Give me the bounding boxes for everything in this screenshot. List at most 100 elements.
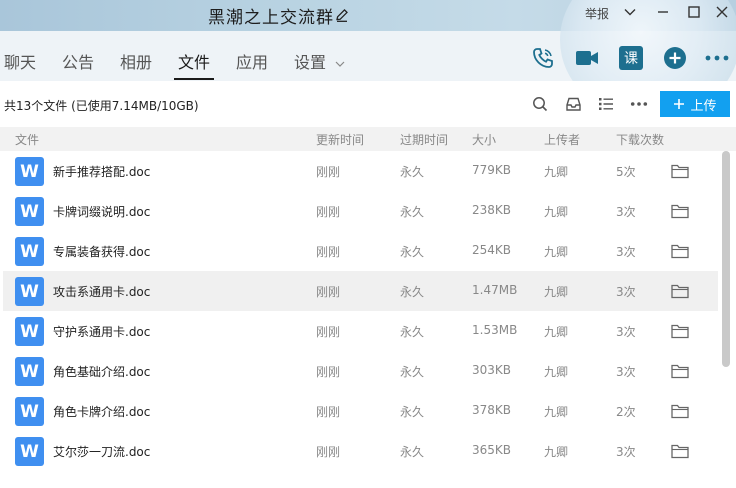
tab-chat[interactable]: 聊天 <box>4 49 36 73</box>
column-header-downloads[interactable]: 下载次数 <box>616 131 664 148</box>
open-folder-icon[interactable] <box>671 163 689 179</box>
file-size: 254KB <box>472 243 512 257</box>
file-uploader[interactable]: 九卿 <box>544 323 568 340</box>
open-folder-icon[interactable] <box>671 243 689 259</box>
file-name[interactable]: 艾尔莎一刀流.doc <box>53 443 150 460</box>
scrollbar[interactable] <box>722 151 730 367</box>
word-doc-icon-letter: W <box>20 161 39 182</box>
minimize-icon[interactable] <box>655 4 671 20</box>
list-view-icon[interactable] <box>597 95 615 113</box>
file-downloads: 3次 <box>616 445 636 459</box>
open-folder-icon[interactable] <box>671 203 689 219</box>
maximize-icon[interactable] <box>686 4 702 20</box>
word-doc-icon-letter: W <box>20 281 39 302</box>
table-row[interactable]: W 新手推荐搭配.doc 刚刚 永久 779KB 九卿 5次 <box>3 151 718 191</box>
word-doc-icon: W <box>15 357 44 386</box>
file-expiry: 永久 <box>400 325 425 339</box>
table-row[interactable]: W 攻击系通用卡.doc 刚刚 永久 1.47MB 九卿 3次 <box>3 271 718 311</box>
file-uploader[interactable]: 九卿 <box>544 203 568 220</box>
file-downloads: 3次 <box>616 245 636 259</box>
file-uploader[interactable]: 九卿 <box>544 443 568 460</box>
word-doc-icon: W <box>15 317 44 346</box>
table-row[interactable]: W 角色卡牌介绍.doc 刚刚 永久 378KB 九卿 2次 <box>3 391 718 431</box>
table-row[interactable]: W 艾尔莎一刀流.doc 刚刚 永久 365KB 九卿 3次 <box>3 431 718 471</box>
file-uploader[interactable]: 九卿 <box>544 243 568 260</box>
table-row[interactable]: W 卡牌词缀说明.doc 刚刚 永久 238KB 九卿 3次 <box>3 191 718 231</box>
file-expiry: 永久 <box>400 365 425 379</box>
open-folder-icon[interactable] <box>671 403 689 419</box>
more-icon[interactable] <box>704 45 730 71</box>
file-updated: 刚刚 <box>316 245 341 259</box>
open-folder-icon[interactable] <box>671 363 689 379</box>
word-doc-icon-letter: W <box>20 401 39 422</box>
tab-album[interactable]: 相册 <box>120 49 152 73</box>
column-header-uploader[interactable]: 上传者 <box>544 131 580 148</box>
tab-settings[interactable]: 设置 <box>294 49 346 73</box>
file-list: W 新手推荐搭配.doc 刚刚 永久 779KB 九卿 5次 W 卡牌词缀说明.doc 刚刚 永久 2… <box>0 151 736 488</box>
phone-icon[interactable] <box>530 45 556 71</box>
word-doc-icon: W <box>15 277 44 306</box>
column-header-size[interactable]: 大小 <box>472 131 496 148</box>
file-expiry: 永久 <box>400 405 425 419</box>
file-expiry: 永久 <box>400 205 425 219</box>
file-size: 1.53MB <box>472 323 518 337</box>
group-nav: 聊天 公告 相册 文件 应用 设置 课 <box>0 31 736 81</box>
file-downloads: 3次 <box>616 365 636 379</box>
title-bar: 黑潮之上交流群 举报 <box>0 0 736 31</box>
file-size: 238KB <box>472 203 512 217</box>
column-header-updated[interactable]: 更新时间 <box>316 131 364 148</box>
word-doc-icon-letter: W <box>20 441 39 462</box>
course-icon-label: 课 <box>619 46 643 70</box>
file-name[interactable]: 专属装备获得.doc <box>53 243 150 260</box>
file-updated: 刚刚 <box>316 365 341 379</box>
file-uploader[interactable]: 九卿 <box>544 163 568 180</box>
chevron-down-icon <box>335 61 345 67</box>
file-downloads: 2次 <box>616 405 636 419</box>
edit-icon[interactable] <box>334 7 350 23</box>
word-doc-icon: W <box>15 397 44 426</box>
file-uploader[interactable]: 九卿 <box>544 403 568 420</box>
open-folder-icon[interactable] <box>671 443 689 459</box>
column-header-file[interactable]: 文件 <box>15 131 39 148</box>
open-folder-icon[interactable] <box>671 323 689 339</box>
tab-announcement[interactable]: 公告 <box>62 49 94 73</box>
file-name[interactable]: 守护系通用卡.doc <box>53 323 150 340</box>
file-uploader[interactable]: 九卿 <box>544 283 568 300</box>
chevron-down-icon[interactable] <box>622 4 638 20</box>
file-updated: 刚刚 <box>316 405 341 419</box>
inbox-icon[interactable] <box>564 95 582 113</box>
file-size: 365KB <box>472 443 512 457</box>
add-icon[interactable] <box>662 45 688 71</box>
column-header-expiry[interactable]: 过期时间 <box>400 131 448 148</box>
file-name[interactable]: 攻击系通用卡.doc <box>53 283 150 300</box>
close-icon[interactable] <box>714 4 730 20</box>
table-row[interactable]: W 守护系通用卡.doc 刚刚 永久 1.53MB 九卿 3次 <box>3 311 718 351</box>
word-doc-icon: W <box>15 197 44 226</box>
more-options-icon[interactable] <box>630 95 648 113</box>
search-icon[interactable] <box>531 95 549 113</box>
file-expiry: 永久 <box>400 245 425 259</box>
open-folder-icon[interactable] <box>671 283 689 299</box>
file-updated: 刚刚 <box>316 205 341 219</box>
course-icon[interactable]: 课 <box>618 45 644 71</box>
upload-button-label: 上传 <box>690 98 717 114</box>
table-row[interactable]: W 角色基础介绍.doc 刚刚 永久 303KB 九卿 3次 <box>3 351 718 391</box>
tab-files[interactable]: 文件 <box>178 49 210 73</box>
file-name[interactable]: 卡牌词缀说明.doc <box>53 203 150 220</box>
file-table-header: 文件 更新时间 过期时间 大小 上传者 下载次数 <box>0 127 736 151</box>
upload-button[interactable]: 上传 <box>660 91 730 117</box>
file-downloads: 3次 <box>616 325 636 339</box>
word-doc-icon-letter: W <box>20 241 39 262</box>
video-call-icon[interactable] <box>574 45 600 71</box>
report-button[interactable]: 举报 <box>585 5 609 22</box>
file-uploader[interactable]: 九卿 <box>544 363 568 380</box>
file-name[interactable]: 角色卡牌介绍.doc <box>53 403 150 420</box>
word-doc-icon-letter: W <box>20 201 39 222</box>
file-size: 779KB <box>472 163 512 177</box>
word-doc-icon-letter: W <box>20 361 39 382</box>
table-row[interactable]: W 专属装备获得.doc 刚刚 永久 254KB 九卿 3次 <box>3 231 718 271</box>
file-size: 378KB <box>472 403 512 417</box>
tab-apps[interactable]: 应用 <box>236 49 268 73</box>
file-name[interactable]: 新手推荐搭配.doc <box>53 163 150 180</box>
file-name[interactable]: 角色基础介绍.doc <box>53 363 150 380</box>
